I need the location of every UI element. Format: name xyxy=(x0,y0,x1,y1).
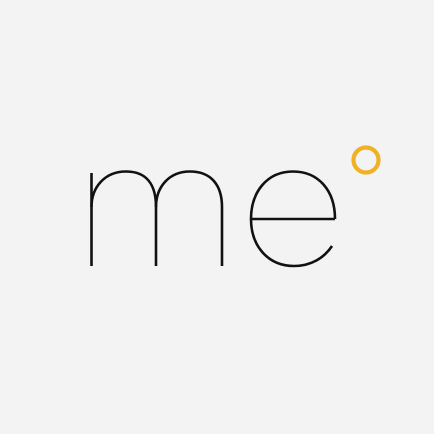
letter-m xyxy=(90,170,224,266)
degree-ring-icon xyxy=(351,145,381,175)
letter-e xyxy=(249,170,337,268)
app-icon-canvas: me xyxy=(0,0,434,434)
logo-wordmark xyxy=(90,145,381,268)
